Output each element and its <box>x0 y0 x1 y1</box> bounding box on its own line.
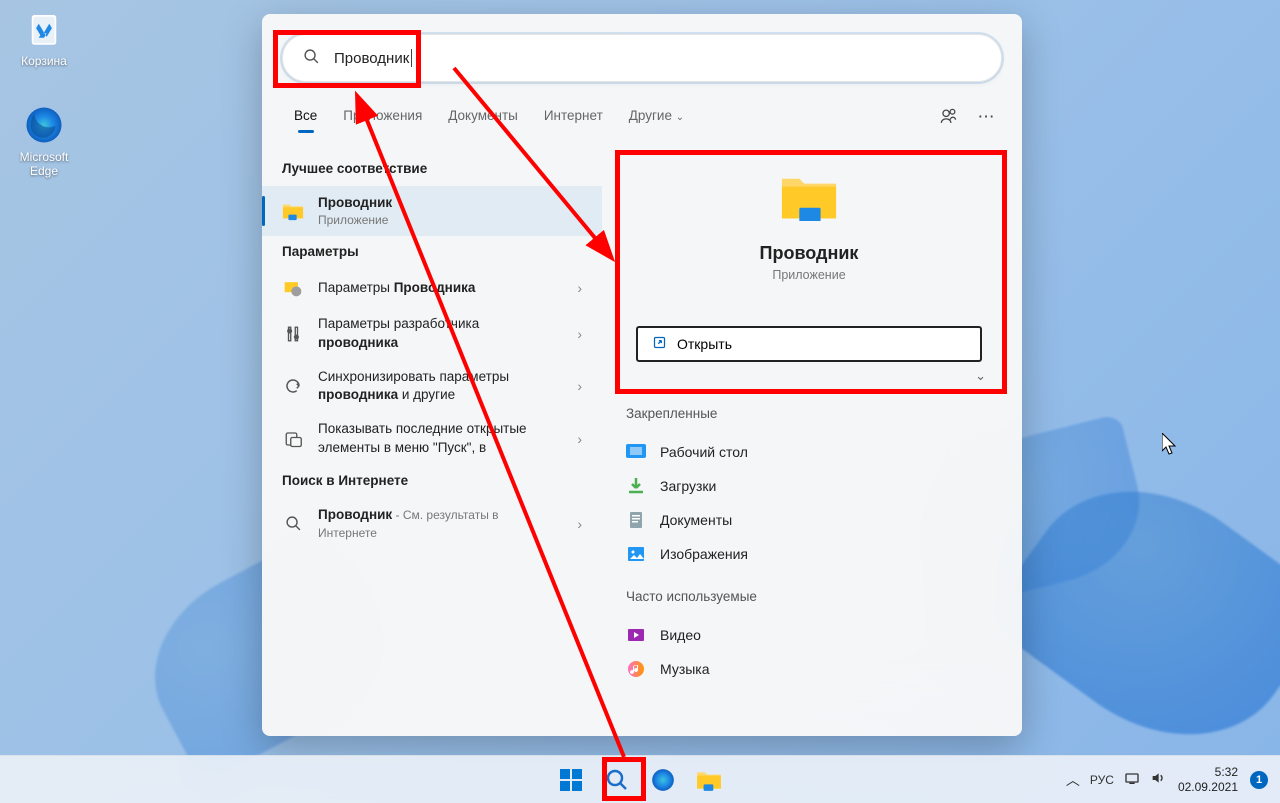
search-icon <box>282 513 304 535</box>
tray-clock[interactable]: 5:32 02.09.2021 <box>1178 765 1238 795</box>
text-cursor <box>411 49 412 67</box>
tab-apps[interactable]: Приложения <box>331 100 434 133</box>
settings-result[interactable]: Параметры Проводника › <box>262 269 602 307</box>
chevron-down-icon: ⌄ <box>676 112 684 123</box>
pinned-section-title: Закрепленные <box>626 406 992 421</box>
taskbar-edge[interactable] <box>643 760 683 800</box>
rewards-icon[interactable] <box>932 101 964 133</box>
sync-icon <box>282 375 304 397</box>
tray-chevron-up-icon[interactable]: ︿ <box>1066 770 1080 790</box>
documents-icon <box>626 510 646 530</box>
taskbar: ︿ РУС 5:32 02.09.2021 1 <box>0 755 1280 803</box>
folder-icon <box>282 200 304 222</box>
pinned-item[interactable]: Рабочий стол <box>626 435 992 469</box>
tray-network-icon[interactable] <box>1124 770 1140 789</box>
section-settings: Параметры <box>262 236 602 269</box>
mouse-cursor <box>1162 433 1180 457</box>
tab-more[interactable]: Другие ⌄ <box>617 100 696 133</box>
tab-documents[interactable]: Документы <box>436 100 530 133</box>
desktop-icon-recycle[interactable]: Корзина <box>6 8 82 68</box>
desktop-icon-label: Microsoft Edge <box>6 150 82 178</box>
search-tabs: Все Приложения Документы Интернет Другие… <box>262 100 1022 133</box>
search-panel: Проводник Все Приложения Документы Интер… <box>262 14 1022 736</box>
preview-subtitle: Приложение <box>626 268 992 282</box>
dev-settings-icon <box>282 323 304 345</box>
search-query-text: Проводник <box>334 50 409 67</box>
downloads-icon <box>626 476 646 496</box>
tray-language[interactable]: РУС <box>1090 773 1114 787</box>
chevron-right-icon: › <box>577 326 582 342</box>
tray-notifications-icon[interactable]: 1 <box>1250 771 1268 789</box>
videos-icon <box>626 625 646 645</box>
pinned-item[interactable]: Изображения <box>626 537 992 571</box>
music-icon <box>626 659 646 679</box>
chevron-right-icon: › <box>577 431 582 447</box>
chevron-right-icon: › <box>577 378 582 394</box>
app-large-icon <box>780 173 838 221</box>
search-input[interactable]: Проводник <box>282 34 1002 82</box>
preview-pane: Проводник Приложение Открыть ⌄ Закреплен… <box>602 139 1022 731</box>
more-options-icon[interactable]: ⋯ <box>970 101 1002 133</box>
result-best-match[interactable]: Проводник Приложение <box>262 186 602 236</box>
folder-options-icon <box>282 277 304 299</box>
open-external-icon <box>652 335 667 354</box>
frequent-section-title: Часто используемые <box>626 589 992 604</box>
recent-items-icon <box>282 428 304 450</box>
results-column: Лучшее соответствие Проводник Приложение… <box>262 139 602 731</box>
settings-result[interactable]: Показывать последние открытые элементы в… <box>262 412 602 464</box>
open-button[interactable]: Открыть <box>636 326 982 362</box>
tray-volume-icon[interactable] <box>1150 770 1166 789</box>
desktop-folder-icon <box>626 442 646 462</box>
tab-web[interactable]: Интернет <box>532 100 615 133</box>
desktop-icon-label: Корзина <box>6 54 82 68</box>
preview-title: Проводник <box>626 243 992 264</box>
pictures-icon <box>626 544 646 564</box>
start-button[interactable] <box>551 760 591 800</box>
section-web-search: Поиск в Интернете <box>262 465 602 498</box>
taskbar-explorer[interactable] <box>689 760 729 800</box>
pinned-item[interactable]: Документы <box>626 503 992 537</box>
search-icon <box>303 48 320 69</box>
frequent-item[interactable]: Музыка <box>626 652 992 686</box>
desktop-icon-edge[interactable]: Microsoft Edge <box>6 104 82 178</box>
settings-result[interactable]: Синхронизировать параметры проводника и … <box>262 360 602 412</box>
chevron-right-icon: › <box>577 516 582 532</box>
expand-chevron[interactable]: ⌄ <box>626 368 992 384</box>
frequent-item[interactable]: Видео <box>626 618 992 652</box>
web-result[interactable]: Проводник - См. результаты в Интернете › <box>262 498 602 550</box>
chevron-right-icon: › <box>577 280 582 296</box>
section-best-match: Лучшее соответствие <box>262 153 602 186</box>
tab-all[interactable]: Все <box>282 100 329 133</box>
pinned-item[interactable]: Загрузки <box>626 469 992 503</box>
taskbar-search-button[interactable] <box>597 760 637 800</box>
settings-result[interactable]: Параметры разработчика проводника › <box>262 307 602 359</box>
